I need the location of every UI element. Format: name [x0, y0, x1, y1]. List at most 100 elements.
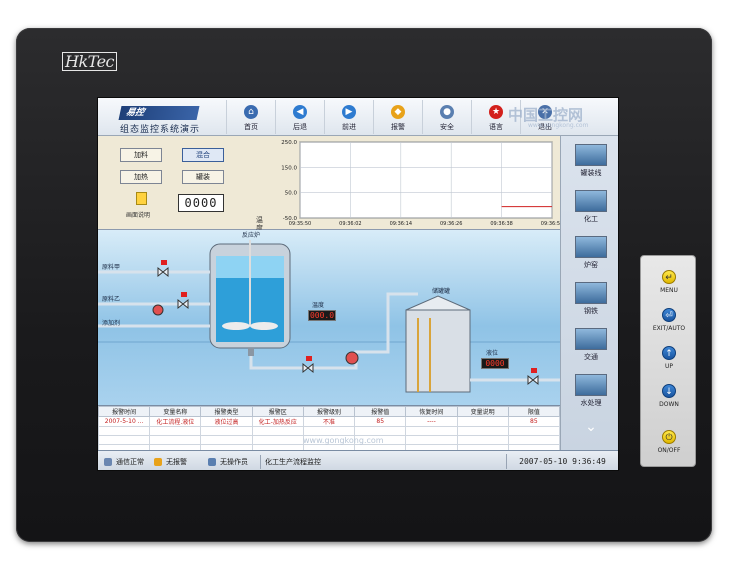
nav-users[interactable]: ● 安全 — [422, 100, 471, 134]
table-cell — [251, 426, 304, 436]
key-down[interactable]: ↓ DOWN — [641, 384, 697, 408]
feed-button[interactable]: 加料 — [120, 148, 162, 162]
table-cell — [302, 426, 356, 436]
x-tick-label: 09:36:26 — [440, 221, 462, 227]
network-icon — [104, 458, 112, 466]
feed-valve-a — [157, 266, 169, 278]
sidebar-item-4[interactable]: 交通 — [571, 328, 611, 362]
nav-label: 安全 — [440, 123, 454, 131]
scene-thumbnail — [575, 190, 607, 212]
table-cell — [98, 426, 151, 436]
key-exitauto[interactable]: ⏎ EXIT/AUTO — [641, 308, 697, 332]
nav-label: 前进 — [342, 123, 356, 131]
x-tick-label: 09:36:14 — [390, 221, 412, 227]
chevron-down-icon[interactable]: ⌄ — [581, 420, 601, 436]
temperature-trend-chart: 250.0150.050.0-50.009:35:50 09:36:02 09:36… — [281, 140, 560, 227]
key-menu[interactable]: ↵ MENU — [641, 270, 697, 294]
level-readout: 0000 — [481, 358, 509, 369]
screen-name: 化工生产流程监控 — [260, 455, 321, 469]
temperature-readout: 000.0 — [308, 310, 336, 321]
watermark-url: www.gongkong.com — [528, 122, 589, 129]
help-icon[interactable] — [136, 192, 147, 205]
sidebar-item-1[interactable]: 化工 — [571, 190, 611, 224]
alarm-table: 报警时间 变量名称 报警类型 报警区 报警级别 报警值 恢复时间 变量说明 限值 2007-5-… — [98, 405, 561, 454]
table-cell — [354, 426, 407, 436]
key-label: EXIT/AUTO — [652, 325, 686, 332]
table-cell: 85 — [354, 416, 407, 427]
nav-label: 后退 — [293, 123, 307, 131]
menu-icon: ↵ — [662, 270, 676, 284]
table-cell — [507, 426, 561, 436]
up-arrow-icon: ↑ — [662, 346, 676, 360]
nav-label: 首页 — [244, 123, 258, 131]
sidebar-item-label: 交通 — [584, 353, 598, 361]
feed-a-label: 原料甲 — [102, 264, 121, 271]
comm-status-text: 通信正常 — [116, 458, 144, 466]
key-label: DOWN — [659, 401, 679, 408]
table-row[interactable]: 2007-5-10 ... 化工流程.液位 液位过高 化工-加热反应 不准 85 ---- 8… — [98, 416, 561, 427]
table-cell — [405, 435, 458, 445]
alarm-column-header: 报警区 — [251, 406, 304, 417]
key-label: UP — [664, 363, 673, 370]
fill-button[interactable]: 罐装 — [182, 170, 224, 184]
sidebar-item-label: 罐装线 — [580, 169, 602, 177]
sidebar-item-3[interactable]: 钢铁 — [571, 282, 611, 316]
y-tick-label: 150.0 — [281, 165, 297, 171]
alarm-status: 无报警 — [154, 457, 187, 467]
table-cell: 化工-加热反应 — [251, 416, 304, 427]
hmi-screen: 易控 组态监控系统演示 ⌂ 首页 ◀ 后退 ▶ 前进 ◆ 报警 ● 安全 ★ 语言 ✕ 退出 中国工控网 … — [97, 97, 619, 471]
brand-badge: 易控 — [118, 106, 200, 120]
nav-home[interactable]: ⌂ 首页 — [226, 100, 275, 134]
header-bar: 易控 组态监控系统演示 ⌂ 首页 ◀ 后退 ▶ 前进 ◆ 报警 ● 安全 ★ 语言 ✕ 退出 中国工控网 … — [98, 98, 618, 136]
alarm-column-header: 报警类型 — [200, 406, 253, 417]
table-cell — [405, 426, 458, 436]
exit-auto-icon: ⏎ — [662, 308, 676, 322]
nav-alarm[interactable]: ◆ 报警 — [373, 100, 422, 134]
feed-b-label: 原料乙 — [102, 296, 121, 303]
operator-status: 无操作员 — [208, 457, 248, 467]
feed-valve-b — [177, 298, 189, 310]
heat-button[interactable]: 加热 — [120, 170, 162, 184]
x-tick-label: 09:35:50 — [289, 221, 311, 227]
sidebar-item-label: 化工 — [584, 215, 598, 223]
comm-status: 通信正常 — [104, 457, 144, 467]
table-cell — [149, 435, 202, 445]
alarm-column-header: 恢复时间 — [405, 406, 458, 417]
mix-button[interactable]: 混合 — [182, 148, 224, 162]
table-cell: 2007-5-10 ... — [98, 416, 151, 427]
sidebar-item-label: 炉窑 — [584, 261, 598, 269]
screen-name-text: 化工生产流程监控 — [265, 458, 321, 466]
counter-display: 0000 — [178, 194, 224, 212]
home-icon: ⌂ — [244, 105, 258, 119]
back-icon: ◀ — [293, 105, 307, 119]
scene-thumbnail — [575, 374, 607, 396]
table-cell: 化工流程.液位 — [149, 416, 202, 427]
table-cell — [149, 426, 202, 436]
table-cell — [98, 435, 151, 445]
forward-icon: ▶ — [342, 105, 356, 119]
scene-thumbnail — [575, 236, 607, 258]
nav-back[interactable]: ◀ 后退 — [275, 100, 324, 134]
sidebar-item-5[interactable]: 水处理 — [571, 374, 611, 408]
table-cell — [200, 435, 253, 445]
y-tick-label: 50.0 — [285, 191, 298, 197]
nav-forward[interactable]: ▶ 前进 — [324, 100, 373, 134]
status-bar: 通信正常 无报警 无操作员 化工生产流程监控 2007-05-10 9:36:4… — [98, 450, 618, 470]
table-cell — [456, 435, 509, 445]
table-row[interactable] — [98, 426, 561, 436]
key-onoff[interactable]: ⏻ ON/OFF — [641, 430, 697, 454]
alarm-column-header: 限值 — [507, 406, 561, 417]
app-title: 组态监控系统演示 — [120, 125, 201, 135]
key-up[interactable]: ↑ UP — [641, 346, 697, 370]
key-label: ON/OFF — [657, 447, 681, 454]
scene-thumbnail — [575, 328, 607, 350]
operator-status-text: 无操作员 — [220, 458, 248, 466]
storage-tank — [405, 309, 471, 393]
x-tick-label: 09:36:02 — [339, 221, 361, 227]
brand-logo: HkTec — [62, 52, 118, 71]
users-icon: ● — [440, 105, 454, 119]
sidebar-item-0[interactable]: 罐装线 — [571, 144, 611, 178]
sidebar-item-2[interactable]: 炉窑 — [571, 236, 611, 270]
alarm-status-text: 无报警 — [166, 458, 187, 466]
alarm-column-header: 报警级别 — [302, 406, 356, 417]
